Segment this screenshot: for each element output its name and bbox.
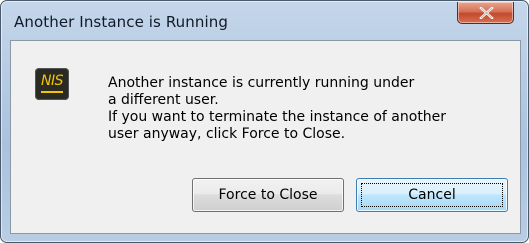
message-text: Another instance is currently running un… xyxy=(108,75,488,143)
cancel-button[interactable]: Cancel xyxy=(356,178,508,212)
title-bar[interactable]: Another Instance is Running xyxy=(1,1,528,35)
nis-logo-text: NIS xyxy=(41,73,64,89)
cancel-label: Cancel xyxy=(408,187,456,203)
message-line: If you want to terminate the instance of… xyxy=(108,109,447,125)
nis-logo-underline xyxy=(41,91,63,93)
force-to-close-button[interactable]: Force to Close xyxy=(192,178,344,212)
close-x-icon xyxy=(479,7,494,19)
message-line: Another instance is currently running un… xyxy=(108,75,415,91)
message-line: a different user. xyxy=(108,92,219,108)
dialog-window: Another Instance is Running NIS Another … xyxy=(0,0,529,243)
message-line: user anyway, click Force to Close. xyxy=(108,126,346,142)
window-title: Another Instance is Running xyxy=(14,13,228,31)
close-button[interactable] xyxy=(457,2,514,24)
dialog-body: NIS Another instance is currently runnin… xyxy=(10,40,521,234)
force-to-close-label: Force to Close xyxy=(218,187,318,203)
nis-app-icon: NIS xyxy=(35,68,69,100)
